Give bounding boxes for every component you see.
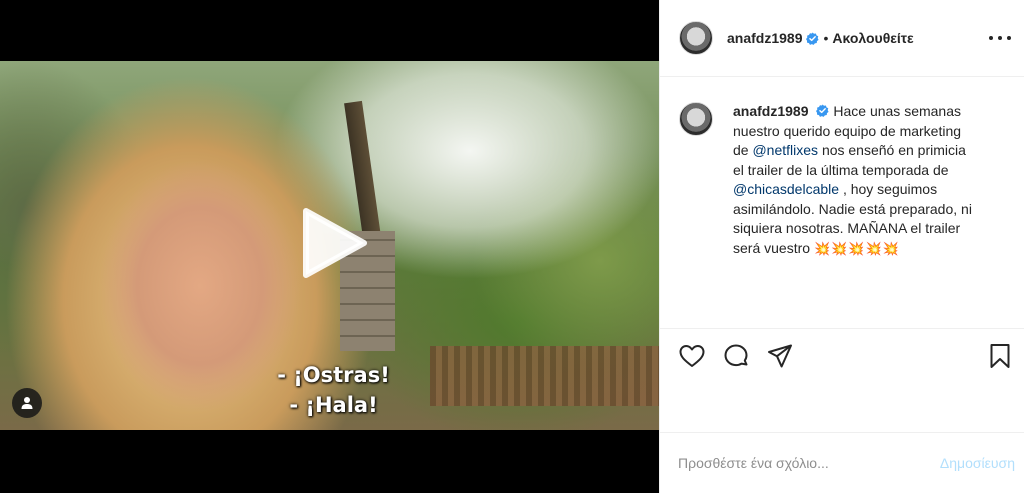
video-subtitles: - ¡Ostras! - ¡Hala! [0,360,659,420]
comment-input[interactable] [678,455,908,471]
more-dot-2 [998,36,1002,40]
more-dot-3 [1007,36,1011,40]
verified-badge-icon [806,31,820,45]
separator-dot: • [823,30,829,46]
tagged-people-button[interactable] [12,388,42,418]
comment-icon [724,344,748,367]
play-button[interactable] [294,205,370,281]
share-icon [768,344,792,368]
more-dot-1 [989,36,993,40]
verified-badge-icon [816,104,830,117]
comment-form: Δημοσίευση [660,432,1024,493]
subtitle-line-1: - ¡Ostras! [277,363,390,387]
following-status[interactable]: Ακολουθείτε [832,30,913,46]
save-button[interactable] [986,342,1014,370]
post-caption: anafdz1989 Hace unas semanas nuestro que… [733,102,973,328]
caption-emojis: 💥💥💥💥💥 [813,240,900,256]
video-panel: - ¡Ostras! - ¡Hala! [0,0,659,493]
author-username[interactable]: anafdz1989 [727,30,802,46]
more-options-icon[interactable] [989,30,1011,46]
author-avatar[interactable] [679,21,713,55]
post-header: anafdz1989 • Ακολουθείτε [660,0,1024,77]
caption-username[interactable]: anafdz1989 [733,103,808,119]
action-bar [660,328,1024,384]
person-tag-icon [21,397,33,409]
post-sidebar: anafdz1989 • Ακολουθείτε anafdz1989 Hace… [659,0,1024,493]
heart-icon [679,345,705,367]
like-button[interactable] [678,342,706,370]
play-icon [303,208,367,278]
mention-chicasdelcable[interactable]: @chicasdelcable [733,181,839,197]
bookmark-icon [990,344,1010,368]
caption-area: anafdz1989 Hace unas semanas nuestro que… [660,78,1024,328]
post-comment-button[interactable]: Δημοσίευση [940,455,1015,471]
share-button[interactable] [766,342,794,370]
comment-button[interactable] [722,342,750,370]
mention-netflixes[interactable]: @netflixes [752,142,818,158]
caption-avatar[interactable] [679,102,713,136]
subtitle-line-2: - ¡Hala! [289,393,378,417]
